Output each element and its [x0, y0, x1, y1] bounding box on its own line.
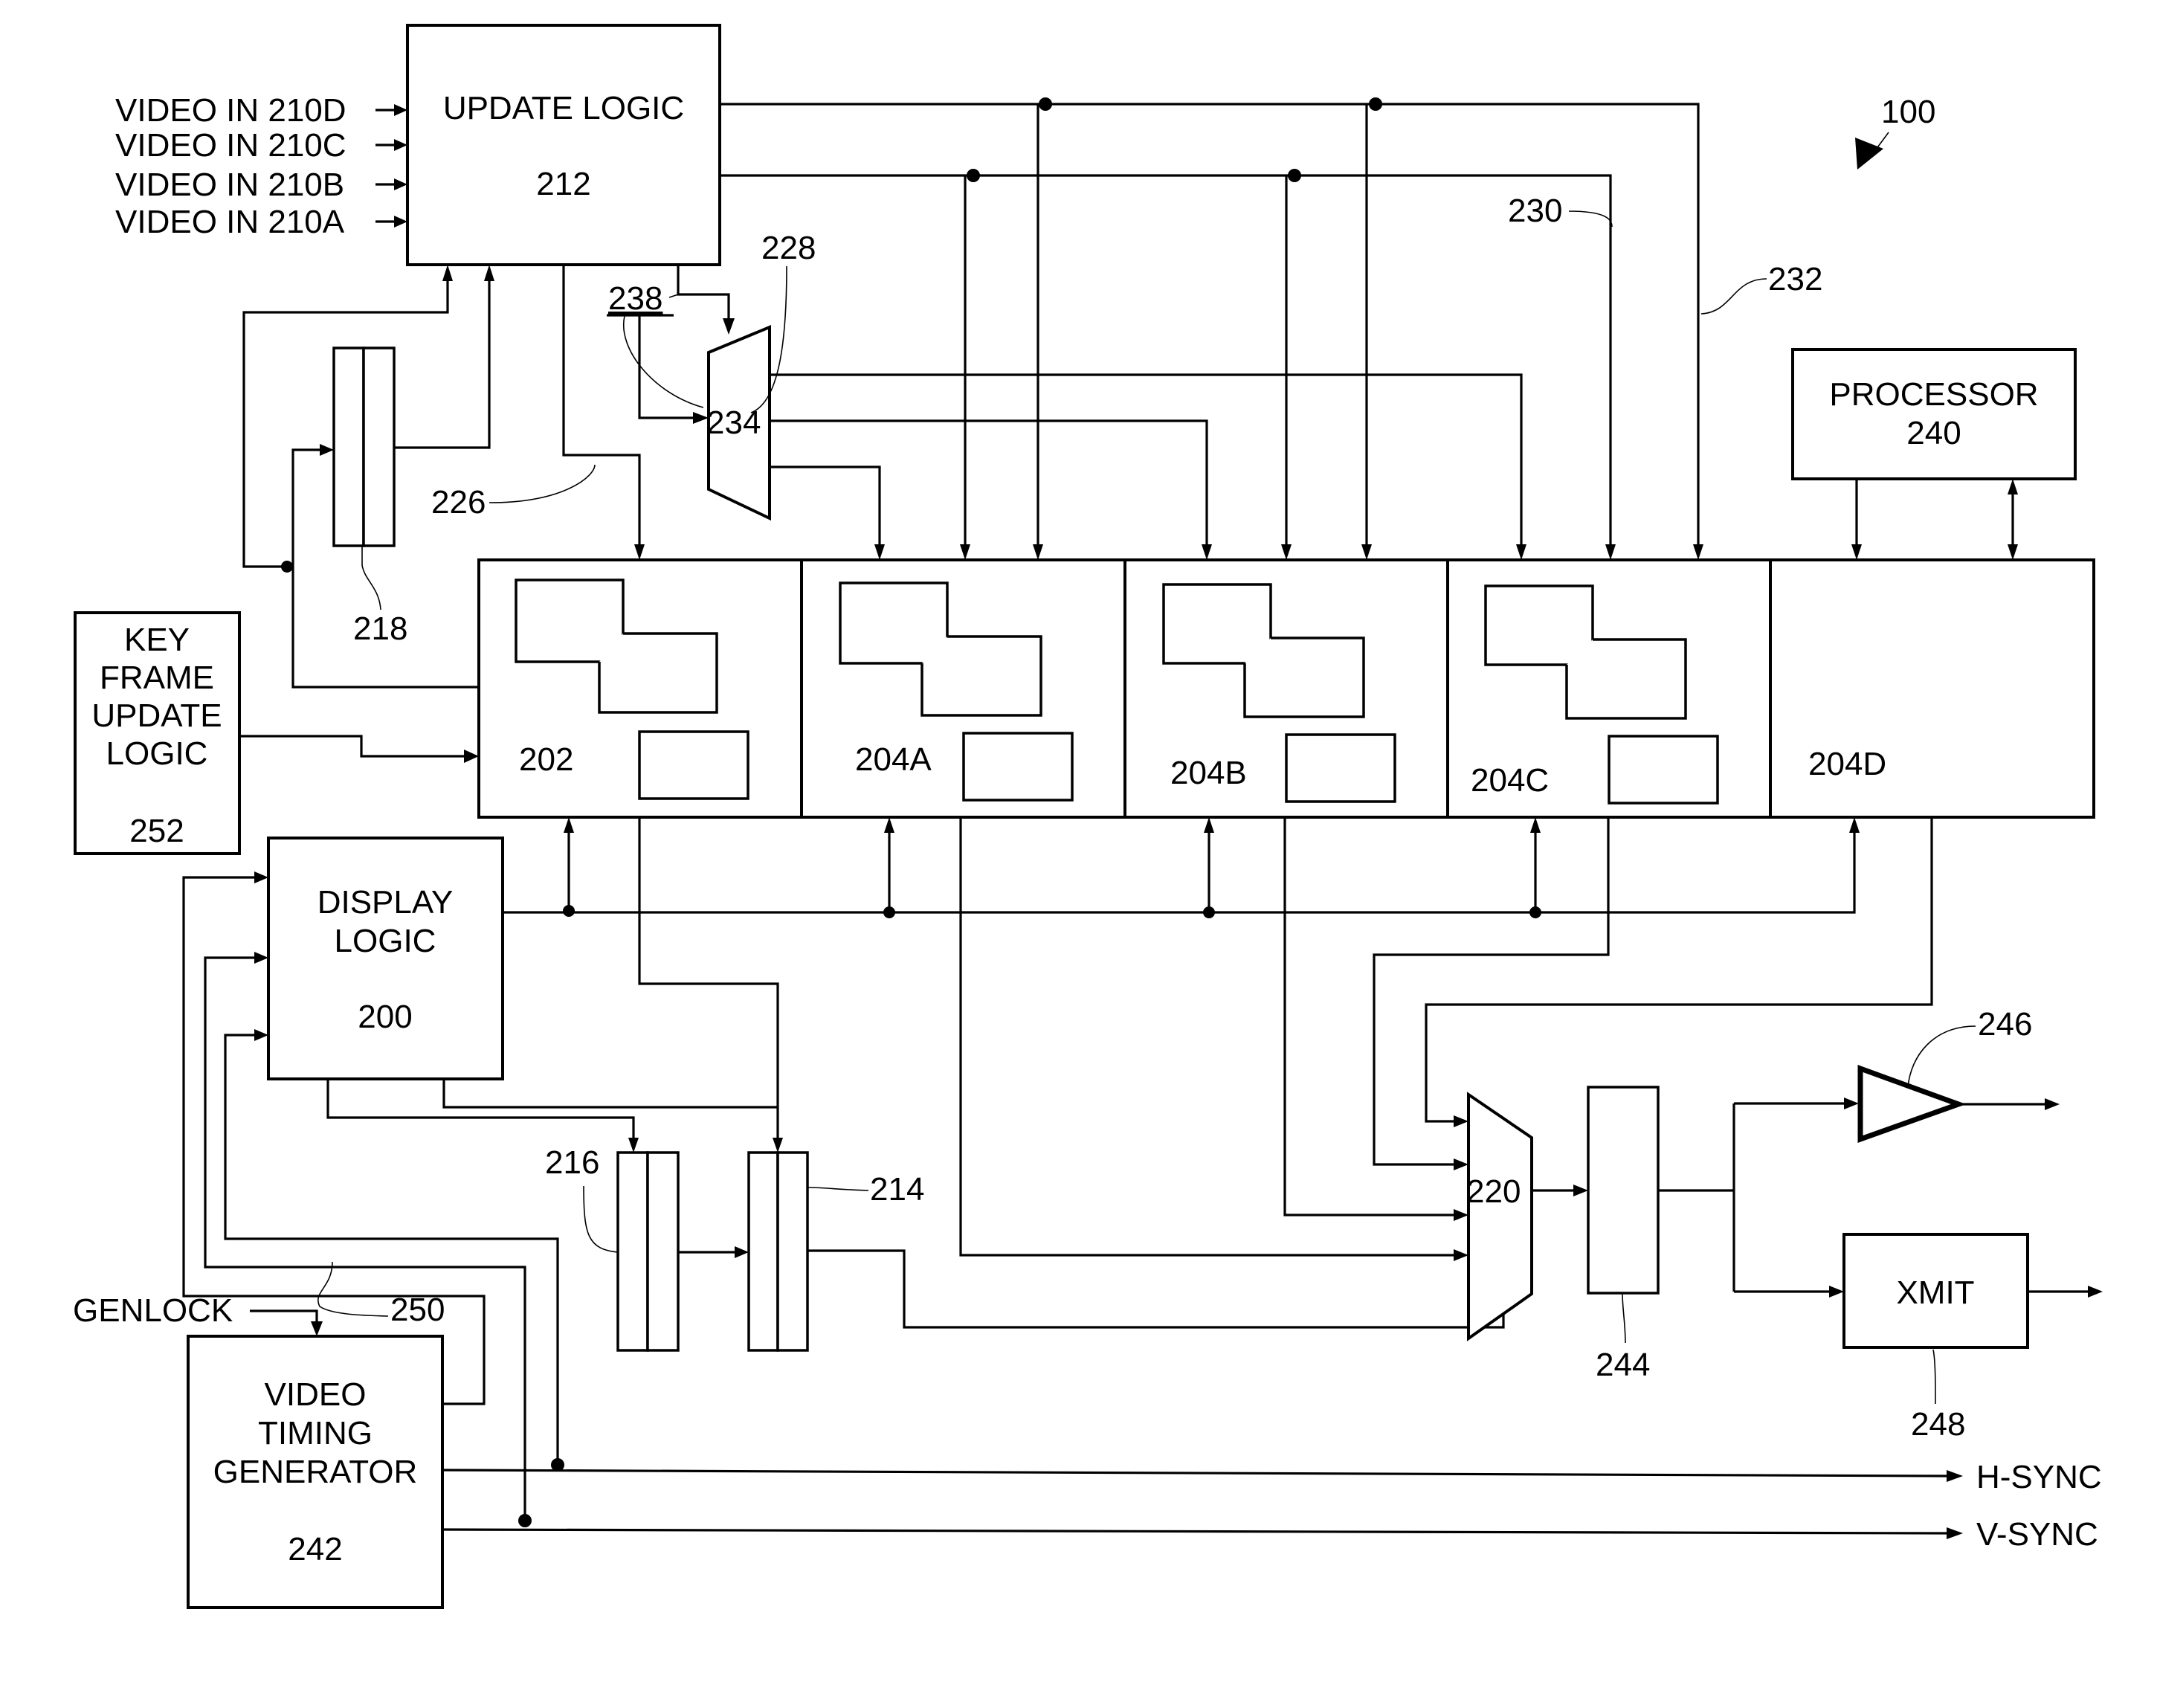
mux-220: 220 [1466, 1092, 1588, 1341]
reg-244-label: 244 [1596, 1347, 1650, 1383]
genlock-label: GENLOCK [73, 1292, 233, 1329]
mux-234-label: 234 [706, 405, 761, 441]
bus-232-label: 232 [1768, 261, 1822, 297]
key-frame-line2: FRAME [100, 660, 214, 696]
reg-216-label: 216 [545, 1144, 599, 1181]
video-in-210d-label: VIDEO IN 210D [115, 92, 346, 129]
processor-block: PROCESSOR 240 [1791, 348, 2077, 560]
processor-title: PROCESSOR [1829, 376, 2038, 413]
video-input-arrows [375, 104, 407, 228]
bus-228-label: 228 [761, 230, 816, 266]
register-214: 214 [747, 1151, 1509, 1352]
update-buses: 230 232 [720, 97, 1822, 560]
sel-238-label: 238 [608, 280, 662, 317]
memory-204c-label: 204C [1471, 762, 1549, 799]
hsync-label: H-SYNC [1976, 1459, 2102, 1495]
register-218: 218 [242, 265, 494, 689]
xmit-block: XMIT 248 [1842, 1233, 2103, 1443]
bus-226-label: 226 [431, 484, 486, 521]
key-frame-line3: UPDATE [91, 697, 222, 734]
key-frame-ref: 252 [129, 813, 184, 849]
memory-204b: 204B [1123, 558, 1449, 819]
display-logic-line2: LOGIC [335, 923, 436, 959]
memory-202-label: 202 [519, 741, 573, 778]
memory-204d: 204D [1769, 558, 2095, 819]
figure-ref-arrow-icon [1855, 138, 1883, 170]
mux-220-label: 220 [1466, 1173, 1521, 1210]
video-in-210c-label: VIDEO IN 210C [115, 127, 346, 164]
update-logic-title: UPDATE LOGIC [443, 90, 684, 126]
figure-ref-label: 100 [1881, 94, 1935, 130]
memory-204a: 204A [800, 558, 1126, 819]
register-216: 216 [545, 1144, 749, 1352]
video-timing-generator-block: VIDEO TIMING GENERATOR 242 GENLOCK H-SYN… [73, 1292, 2102, 1609]
memory-204d-label: 204D [1808, 746, 1886, 782]
video-in-210b-label: VIDEO IN 210B [115, 167, 344, 203]
xmit-ref: 248 [1911, 1406, 1965, 1443]
processor-ref: 240 [1906, 415, 1961, 451]
control-taps [563, 817, 1541, 918]
mux-234: 234 238 228 [607, 230, 1526, 560]
memory-202-output [638, 817, 779, 1139]
memory-outputs [959, 817, 1933, 1261]
video-in-210a-label: VIDEO IN 210A [115, 204, 345, 240]
key-frame-update-block: KEY FRAME UPDATE LOGIC 252 [74, 611, 479, 855]
vtg-line1: VIDEO [265, 1376, 367, 1413]
bus-250-label: 250 [390, 1292, 445, 1328]
display-logic-ref: 200 [358, 999, 412, 1035]
memory-204b-label: 204B [1170, 755, 1247, 791]
display-logic-line1: DISPLAY [317, 884, 454, 921]
key-frame-line4: LOGIC [106, 735, 208, 772]
memory-204a-label: 204A [855, 741, 932, 778]
memory-row: 202 204A 204B 204C 204D [477, 558, 2095, 819]
vtg-line2: TIMING [258, 1415, 373, 1451]
reg-214-label: 214 [870, 1171, 924, 1208]
vtg-ref: 242 [288, 1531, 342, 1567]
key-frame-line1: KEY [124, 622, 190, 658]
block-diagram: UPDATE LOGIC 212 VIDEO IN 210D VIDEO IN … [73, 24, 2103, 1609]
amp-246-label: 246 [1978, 1006, 2032, 1042]
bus-230-label: 230 [1508, 193, 1562, 229]
figure-reference: 100 [1855, 94, 1935, 170]
vtg-line3: GENERATOR [213, 1454, 418, 1490]
update-logic-ref: 212 [536, 166, 590, 202]
update-logic-block: UPDATE LOGIC 212 [406, 24, 721, 266]
video-inputs: VIDEO IN 210D VIDEO IN 210C VIDEO IN 210… [115, 92, 407, 240]
amplifier-246: 246 [1857, 1006, 2060, 1143]
memory-204c: 204C [1446, 558, 1772, 819]
memory-202: 202 [477, 558, 803, 819]
vsync-label: V-SYNC [1976, 1516, 2098, 1553]
register-244: 244 [1587, 1086, 1859, 1383]
reg-218-label: 218 [353, 610, 407, 647]
xmit-title: XMIT [1896, 1274, 1974, 1311]
